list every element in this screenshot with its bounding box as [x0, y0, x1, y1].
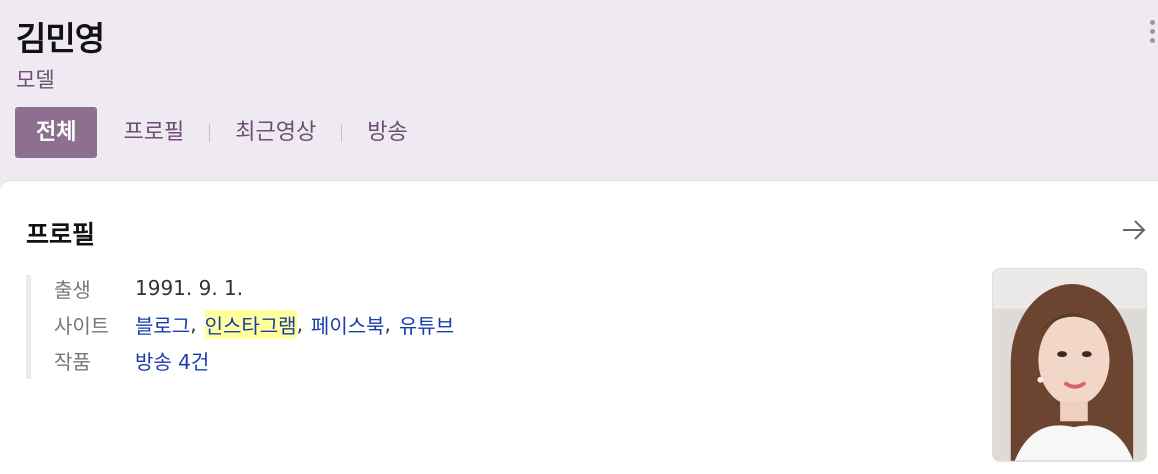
profile-photo[interactable] [992, 268, 1147, 462]
works-row: 작품 방송 4건 [54, 339, 454, 381]
tab-bar: 전체 프로필 최근영상 방송 [15, 107, 408, 158]
comma: , [384, 312, 391, 336]
works-label: 작품 [54, 349, 91, 374]
youtube-link[interactable]: 유튜브 [399, 310, 454, 339]
comma: , [190, 312, 197, 336]
profile-header: 김민영 모델 전체 프로필 최근영상 방송 [0, 0, 1158, 180]
profile-info: 출생 1991. 9. 1. 사이트 블로그, 인스타그램, 페이스북, 유튜브… [26, 275, 454, 379]
birth-value: 1991. 9. 1. [135, 276, 244, 300]
tab-recent-videos[interactable]: 최근영상 [235, 107, 316, 158]
more-options-icon[interactable] [1150, 20, 1158, 43]
birth-label: 출생 [54, 277, 91, 302]
blog-link[interactable]: 블로그 [135, 310, 190, 339]
person-name: 김민영 [16, 19, 105, 58]
arrow-right-icon[interactable] [1122, 219, 1146, 241]
works-link[interactable]: 방송 4건 [135, 346, 209, 375]
comma: , [296, 312, 303, 336]
profile-section-title: 프로필 [26, 220, 96, 249]
tab-broadcast[interactable]: 방송 [367, 107, 407, 158]
tab-all[interactable]: 전체 [15, 107, 98, 158]
site-label: 사이트 [54, 313, 110, 338]
tab-profile[interactable]: 프로필 [123, 107, 184, 158]
profile-card: 프로필 출생 1991. 9. 1. 사이트 블로그, 인스타그램, 페이스북,… [0, 180, 1158, 474]
tab-divider [341, 123, 343, 142]
facebook-link[interactable]: 페이스북 [311, 310, 385, 339]
tab-divider [209, 123, 211, 142]
instagram-link[interactable]: 인스타그램 [204, 309, 297, 339]
person-job: 모델 [16, 68, 55, 92]
